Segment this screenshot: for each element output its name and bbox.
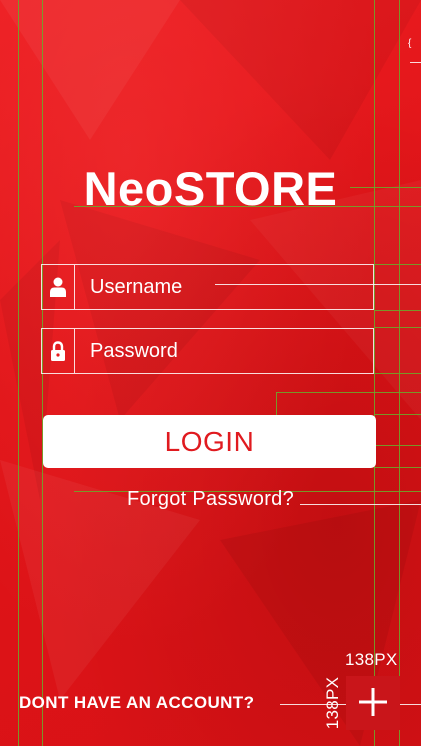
- forgot-password-link[interactable]: Forgot Password?: [0, 488, 421, 511]
- username-input[interactable]: [75, 264, 373, 310]
- guide-line: [374, 264, 421, 265]
- guide-line: [18, 0, 19, 746]
- dimension-height-label: 138PX: [323, 676, 342, 730]
- guide-line: [374, 467, 421, 468]
- signup-prompt: DONT HAVE AN ACCOUNT?: [19, 693, 255, 712]
- username-field[interactable]: [41, 264, 374, 310]
- lock-icon: [42, 329, 75, 373]
- brand-title: NeoSTORE: [83, 162, 338, 215]
- password-field[interactable]: [41, 328, 374, 374]
- corner-mark: {: [408, 38, 412, 49]
- user-icon: [42, 265, 75, 309]
- guide-line: [374, 445, 421, 446]
- guide-line: [276, 392, 277, 416]
- password-input[interactable]: [75, 328, 373, 374]
- dimension-width-label: 138PX: [345, 650, 398, 669]
- guide-line: [374, 327, 421, 328]
- guide-line: [374, 373, 421, 374]
- login-button[interactable]: LOGIN: [43, 415, 376, 468]
- guide-line: [374, 310, 421, 311]
- plus-icon: [359, 687, 387, 719]
- add-account-button[interactable]: [346, 676, 400, 730]
- guide-line: [374, 414, 421, 415]
- guide-line: [276, 392, 421, 393]
- guide-line: [410, 62, 421, 63]
